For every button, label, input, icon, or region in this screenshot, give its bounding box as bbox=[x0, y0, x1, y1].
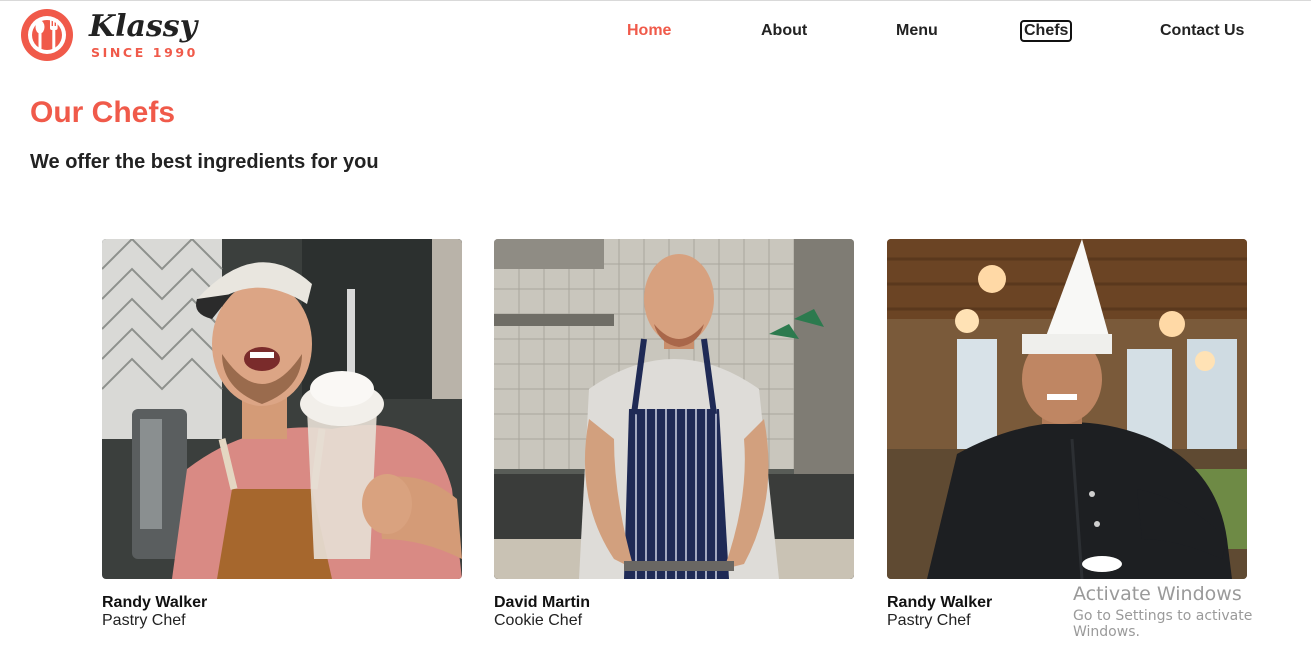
chef-card: Randy Walker Pastry Chef bbox=[887, 239, 1247, 630]
chef-role: Cookie Chef bbox=[494, 612, 583, 629]
nav-contact-link[interactable]: Contact Us bbox=[1160, 21, 1244, 41]
main-nav: Home About Menu Chefs Contact Us bbox=[0, 20, 1311, 43]
chef-name: Randy Walker bbox=[102, 594, 208, 611]
chef-photo-kitchen bbox=[494, 239, 854, 579]
chef-photo-toque bbox=[887, 239, 1247, 579]
nav-about-link[interactable]: About bbox=[761, 21, 807, 41]
nav-chefs-link[interactable]: Chefs bbox=[1019, 20, 1073, 42]
chef-name: David Martin bbox=[494, 594, 591, 611]
chef-card: David Martin Cookie Chef bbox=[494, 239, 854, 630]
chef-role: Pastry Chef bbox=[102, 612, 186, 629]
chef-card: Randy Walker Pastry Chef bbox=[102, 239, 462, 630]
chef-photo-milkshake bbox=[102, 239, 462, 579]
chef-role: Pastry Chef bbox=[887, 612, 971, 629]
nav-home-link[interactable]: Home bbox=[627, 21, 671, 41]
brand-tagline: SINCE 1990 bbox=[91, 45, 198, 60]
chef-name: Randy Walker bbox=[887, 594, 993, 611]
nav-menu-link[interactable]: Menu bbox=[896, 21, 938, 41]
page-subtitle: We offer the best ingredients for you bbox=[30, 151, 379, 173]
page-title: Our Chefs bbox=[30, 96, 176, 129]
